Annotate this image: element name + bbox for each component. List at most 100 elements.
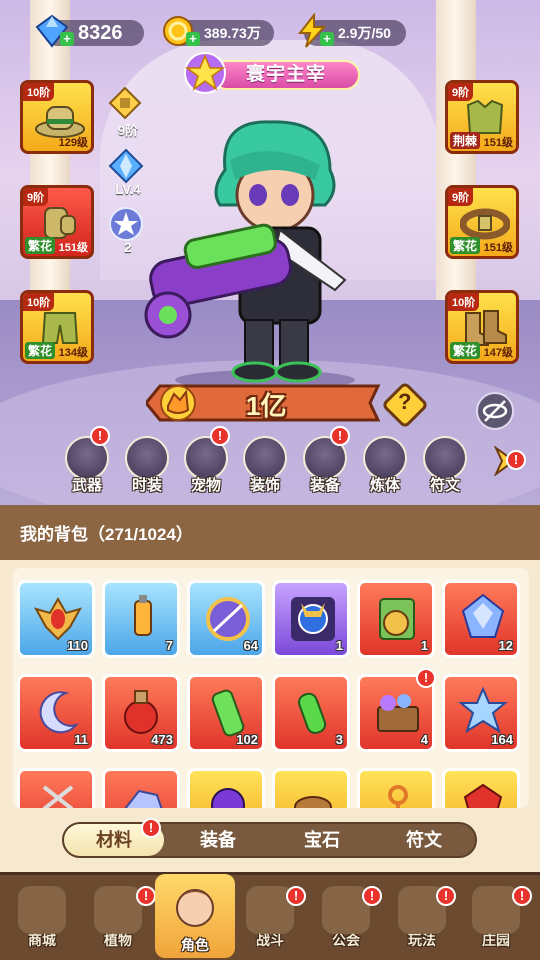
slot-tag: 繁花 bbox=[25, 342, 56, 359]
bag-item[interactable]: 1 bbox=[357, 580, 435, 658]
slot-tag: 繁花 bbox=[450, 237, 481, 254]
ankh-icon bbox=[388, 785, 408, 808]
nav-label: 角色 bbox=[181, 937, 209, 953]
hide-view-button[interactable] bbox=[476, 392, 514, 430]
item-count: 7 bbox=[165, 638, 173, 653]
bag-item[interactable] bbox=[187, 768, 265, 808]
equip-slot-belt[interactable]: 9阶 繁花 151级 bbox=[445, 185, 519, 259]
menu-costume[interactable]: 时装 bbox=[122, 436, 172, 494]
menu-label: 宠物 bbox=[190, 477, 221, 494]
slot-level: 151级 bbox=[58, 242, 88, 254]
tab-runes[interactable]: 符文 bbox=[374, 824, 474, 856]
combat-power-banner: 1亿 bbox=[146, 382, 384, 424]
bag-grid: 110 7 64 1 1 12 11 473 102 3 4 164 ! bbox=[13, 568, 529, 808]
slot-tag: 荆棘 bbox=[450, 132, 481, 149]
diamond-value: 8326 bbox=[78, 21, 123, 44]
menu-decoration[interactable]: 装饰 bbox=[240, 436, 290, 494]
crystal-icon[interactable] bbox=[108, 148, 144, 184]
notification-dot: ! bbox=[416, 668, 436, 688]
menu-refine[interactable]: 炼体 bbox=[360, 436, 410, 494]
scissors-icon bbox=[42, 785, 74, 808]
bag-item[interactable]: 473 bbox=[102, 674, 180, 752]
menu-label: 装饰 bbox=[249, 477, 280, 494]
gold-value: 389.73万 bbox=[204, 25, 261, 41]
treasure-box-icon bbox=[377, 694, 419, 732]
weapon-tier-label: 9阶 bbox=[117, 123, 139, 138]
character-hero[interactable] bbox=[130, 110, 390, 390]
notification-dot: ! bbox=[362, 886, 382, 906]
equip-slot-armor[interactable]: 9阶 荆棘 151级 bbox=[445, 80, 519, 154]
item-count: 110 bbox=[67, 638, 88, 653]
ore-icon bbox=[124, 789, 163, 808]
bag-item[interactable]: 102 bbox=[187, 674, 265, 752]
item-count: 12 bbox=[498, 638, 513, 653]
bag-item[interactable] bbox=[272, 768, 350, 808]
shop-icon bbox=[18, 886, 66, 934]
gold-counter[interactable]: + 389.73万 bbox=[163, 16, 274, 46]
bag-item[interactable]: 1 bbox=[272, 580, 350, 658]
slot-tag: 繁花 bbox=[450, 342, 481, 359]
notification-dot: ! bbox=[90, 426, 110, 446]
notification-dot: ! bbox=[512, 886, 532, 906]
item-count: 164 bbox=[491, 732, 513, 747]
bag-item[interactable]: 64 bbox=[187, 580, 265, 658]
weapon-tier-icon[interactable] bbox=[108, 86, 142, 120]
pillar-right bbox=[436, 0, 476, 330]
item-count: 102 bbox=[236, 732, 258, 747]
bag-item[interactable]: 12 bbox=[442, 580, 520, 658]
notification-dot: ! bbox=[506, 450, 526, 470]
slot-tag: 繁花 bbox=[25, 237, 56, 254]
green-gem-icon bbox=[298, 692, 327, 734]
bag-item[interactable]: 7 bbox=[102, 580, 180, 658]
equip-slot-boots[interactable]: 10阶 繁花 147级 bbox=[445, 290, 519, 364]
item-count: 11 bbox=[74, 732, 88, 747]
title-badge-label: 寰宇主宰 bbox=[212, 60, 360, 90]
bag-tabs: 材料 装备 宝石 符文 bbox=[62, 822, 477, 858]
energy-counter[interactable]: + 2.9万/50 bbox=[297, 13, 406, 48]
crystal-level-label: LV.4 bbox=[115, 182, 141, 197]
title-badge[interactable]: 寰宇主宰 bbox=[182, 52, 362, 94]
menu-label: 符文 bbox=[429, 477, 460, 494]
character-avatar-icon bbox=[176, 889, 214, 927]
bag-item[interactable] bbox=[102, 768, 180, 808]
clock-scroll-icon bbox=[379, 598, 415, 640]
menu-label: 武器 bbox=[71, 477, 102, 494]
bag-item[interactable]: 3 bbox=[272, 674, 350, 752]
notification-dot: ! bbox=[136, 886, 156, 906]
add-energy-button[interactable]: + bbox=[320, 32, 334, 46]
bag-item[interactable]: 11 bbox=[17, 674, 95, 752]
notification-dot: ! bbox=[141, 818, 161, 838]
slot-level: 151级 bbox=[483, 242, 513, 254]
bag-item[interactable] bbox=[357, 768, 435, 808]
combat-power-value: 1亿 bbox=[246, 391, 287, 421]
tab-equipment[interactable]: 装备 bbox=[168, 824, 268, 856]
plant-icon bbox=[94, 886, 142, 934]
equip-slot-hat[interactable]: 10阶 129级 bbox=[20, 80, 94, 154]
energy-value: 2.9万/50 bbox=[338, 25, 391, 41]
star-badge-icon[interactable] bbox=[108, 206, 144, 242]
menu-label: 时装 bbox=[131, 477, 162, 494]
bag-item[interactable]: 164 bbox=[442, 674, 520, 752]
nav-shop[interactable]: 商城 bbox=[12, 880, 72, 954]
star-count-label: 2 bbox=[124, 240, 132, 255]
skull-rune-icon bbox=[211, 788, 245, 808]
item-count: 1 bbox=[420, 638, 428, 653]
bag-item[interactable] bbox=[442, 768, 520, 808]
item-count: 3 bbox=[335, 732, 343, 747]
add-diamond-button[interactable]: + bbox=[60, 32, 74, 46]
equip-slot-gloves[interactable]: 9阶 繁花 151级 bbox=[20, 185, 94, 259]
item-count: 1 bbox=[335, 638, 343, 653]
bag-item[interactable] bbox=[17, 768, 95, 808]
nav-character[interactable]: 角色 bbox=[155, 874, 235, 958]
bag-item[interactable]: 110 bbox=[17, 580, 95, 658]
item-count: 473 bbox=[151, 732, 173, 747]
notification-dot: ! bbox=[210, 426, 230, 446]
menu-rune[interactable]: 符文 bbox=[420, 436, 470, 494]
slot-level: 129级 bbox=[58, 137, 88, 149]
tab-gems[interactable]: 宝石 bbox=[272, 824, 372, 856]
bag-title: 我的背包（271/1024） bbox=[20, 525, 193, 544]
equip-slot-pants[interactable]: 10阶 繁花 134级 bbox=[20, 290, 94, 364]
add-gold-button[interactable]: + bbox=[186, 32, 200, 46]
diamond-counter[interactable]: + 8326 bbox=[35, 14, 144, 48]
demon-card-icon bbox=[291, 597, 335, 641]
